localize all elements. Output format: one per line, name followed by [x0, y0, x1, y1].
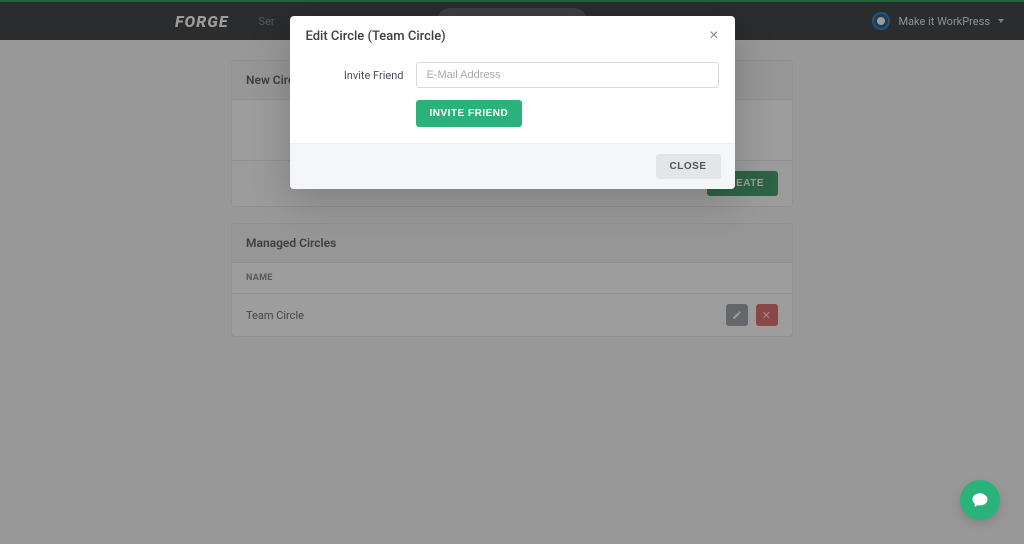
modal-title: Edit Circle (Team Circle) — [306, 29, 446, 44]
email-field[interactable] — [416, 62, 719, 88]
chat-icon — [971, 491, 989, 509]
help-fab[interactable] — [960, 480, 1000, 520]
invite-friend-label: Invite Friend — [306, 69, 404, 82]
modal-overlay[interactable]: Edit Circle (Team Circle) × Invite Frien… — [0, 0, 1024, 544]
close-button[interactable]: CLOSE — [656, 154, 721, 179]
edit-circle-modal: Edit Circle (Team Circle) × Invite Frien… — [290, 16, 735, 189]
invite-friend-button[interactable]: INVITE FRIEND — [416, 100, 523, 127]
modal-close-x[interactable]: × — [709, 28, 718, 44]
